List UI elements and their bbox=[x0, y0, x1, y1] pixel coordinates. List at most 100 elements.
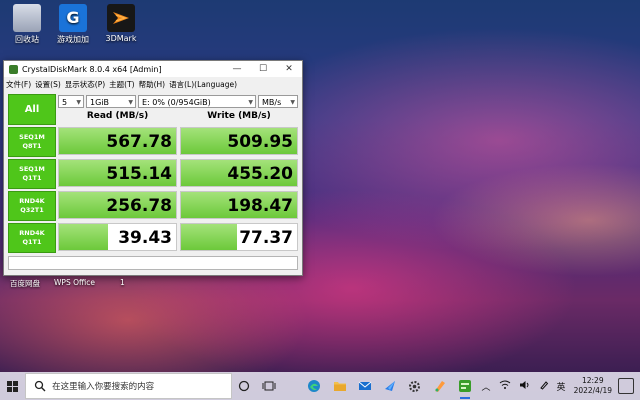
clock-time: 12:29 bbox=[581, 376, 604, 385]
desktop-icon-label-1[interactable]: 1 bbox=[120, 278, 125, 287]
taskbar-app-mail[interactable] bbox=[352, 372, 377, 400]
taskbar-app-feishu[interactable] bbox=[377, 372, 402, 400]
test-button-seq1m-q8t1[interactable]: SEQ1M Q8T1 bbox=[8, 127, 56, 157]
write-result-cell: 509.95 bbox=[180, 127, 298, 155]
write-result-bar bbox=[181, 224, 237, 250]
menu-display-status[interactable]: 显示状态(P) bbox=[65, 79, 105, 90]
chevron-down-icon: ▼ bbox=[128, 99, 133, 106]
close-button[interactable]: ✕ bbox=[276, 64, 302, 74]
clock-date: 2022/4/19 bbox=[573, 386, 613, 395]
crystaldiskmark-icon bbox=[458, 380, 471, 392]
start-button[interactable] bbox=[0, 372, 25, 400]
taskbar: 在这里输入你要搜索的内容 ︿ 英 12:29 2022/4/19 bbox=[0, 372, 640, 400]
cortana-button[interactable] bbox=[232, 372, 257, 400]
chevron-down-icon: ▼ bbox=[248, 99, 253, 106]
read-result-value: 256.78 bbox=[106, 196, 172, 216]
test-label-line2: Q1T1 bbox=[22, 238, 42, 246]
read-result-bar bbox=[59, 224, 109, 250]
menu-help[interactable]: 帮助(H) bbox=[139, 79, 166, 90]
notification-center-icon[interactable] bbox=[618, 378, 635, 394]
count-value: 5 bbox=[62, 98, 68, 107]
taskbar-app-crystaldiskmark[interactable] bbox=[452, 372, 477, 400]
taskbar-app-settings[interactable] bbox=[402, 372, 427, 400]
read-result-cell: 515.14 bbox=[58, 159, 177, 187]
window-title: CrystalDiskMark 8.0.4 x64 [Admin] bbox=[22, 64, 162, 74]
test-label-line2: Q32T1 bbox=[20, 206, 44, 214]
desktop-icon-label: 3DMark bbox=[105, 34, 137, 43]
task-view-icon bbox=[262, 381, 276, 391]
desktop-icon-3dmark[interactable]: 3DMark bbox=[94, 4, 148, 43]
write-result-value: 509.95 bbox=[227, 132, 293, 152]
test-button-rnd4k-q1t1[interactable]: RND4K Q1T1 bbox=[8, 223, 56, 253]
windows-logo-icon bbox=[7, 380, 19, 392]
search-icon bbox=[34, 380, 46, 392]
read-result-cell: 567.78 bbox=[58, 127, 177, 155]
system-tray: ︿ 英 12:29 2022/4/19 bbox=[478, 376, 640, 396]
write-result-value: 77.37 bbox=[239, 228, 293, 248]
title-bar[interactable]: CrystalDiskMark 8.0.4 x64 [Admin] — ☐ ✕ bbox=[4, 61, 302, 77]
comment-field[interactable] bbox=[8, 256, 298, 270]
benchmark-panel: All 5 ▼ 1GiB ▼ E: 0% (0/954GiB) ▼ MB/s ▼ Rea… bbox=[8, 94, 298, 253]
read-result-cell: 39.43 bbox=[58, 223, 177, 251]
search-placeholder: 在这里输入你要搜索的内容 bbox=[52, 382, 155, 392]
unit-select[interactable]: MB/s ▼ bbox=[258, 95, 298, 108]
test-label-line1: SEQ1M bbox=[19, 133, 45, 141]
test-label-line1: RND4K bbox=[19, 229, 45, 237]
edge-icon bbox=[308, 380, 321, 392]
pen-icon[interactable] bbox=[539, 380, 549, 393]
drive-value: E: 0% (0/954GiB) bbox=[142, 98, 211, 107]
volume-icon[interactable] bbox=[519, 380, 531, 393]
taskbar-app-edge[interactable] bbox=[302, 372, 327, 400]
desktop-icon-label-wps-office[interactable]: WPS Office bbox=[54, 278, 95, 287]
taskbar-app-paint[interactable] bbox=[427, 372, 452, 400]
test-button-rnd4k-q32t1[interactable]: RND4K Q32T1 bbox=[8, 191, 56, 221]
bird-icon bbox=[384, 381, 395, 391]
write-result-cell: 198.47 bbox=[180, 191, 298, 219]
cortana-circle-icon bbox=[239, 380, 250, 392]
test-label-line2: Q8T1 bbox=[22, 142, 42, 150]
youxijiajia-icon: G bbox=[59, 4, 87, 32]
read-result-value: 515.14 bbox=[106, 164, 172, 184]
menu-theme[interactable]: 主题(T) bbox=[109, 79, 134, 90]
minimize-button[interactable]: — bbox=[224, 64, 250, 74]
menu-settings[interactable]: 设置(S) bbox=[35, 79, 61, 90]
test-label-line2: Q1T1 bbox=[22, 174, 42, 182]
menu-file[interactable]: 文件(F) bbox=[6, 79, 31, 90]
search-box[interactable]: 在这里输入你要搜索的内容 bbox=[25, 373, 232, 399]
paint-icon bbox=[434, 381, 445, 392]
ime-indicator[interactable]: 英 bbox=[557, 380, 566, 393]
gear-icon bbox=[409, 380, 421, 392]
task-view-button[interactable] bbox=[257, 372, 282, 400]
maximize-button[interactable]: ☐ bbox=[250, 64, 276, 74]
app-icon bbox=[9, 64, 18, 74]
unit-value: MB/s bbox=[262, 98, 282, 107]
write-result-cell: 77.37 bbox=[180, 223, 298, 251]
taskbar-app-file-explorer[interactable] bbox=[327, 372, 352, 400]
desktop-icon-label-baidu-netdisk[interactable]: 百度网盘 bbox=[10, 278, 40, 289]
desktop-icon-label: 回收站 bbox=[15, 35, 39, 44]
chevron-down-icon: ▼ bbox=[76, 99, 81, 106]
read-result-value: 39.43 bbox=[118, 228, 172, 248]
drive-select[interactable]: E: 0% (0/954GiB) ▼ bbox=[138, 95, 256, 108]
folder-icon bbox=[333, 382, 346, 391]
test-label-line1: RND4K bbox=[19, 197, 45, 205]
crystaldiskmark-window: CrystalDiskMark 8.0.4 x64 [Admin] — ☐ ✕ … bbox=[3, 60, 303, 276]
test-button-seq1m-q1t1[interactable]: SEQ1M Q1T1 bbox=[8, 159, 56, 189]
chevron-up-icon[interactable]: ︿ bbox=[482, 380, 491, 393]
wifi-icon[interactable] bbox=[499, 380, 511, 393]
read-header: Read (MB/s) bbox=[86, 111, 149, 121]
size-select[interactable]: 1GiB ▼ bbox=[86, 95, 136, 108]
read-result-value: 567.78 bbox=[106, 132, 172, 152]
all-button[interactable]: All bbox=[8, 94, 56, 125]
size-value: 1GiB bbox=[90, 98, 109, 107]
clock[interactable]: 12:29 2022/4/19 bbox=[574, 376, 612, 396]
desktop-icon-youxijiajia[interactable]: G 游戏加加 bbox=[46, 4, 100, 45]
count-select[interactable]: 5 ▼ bbox=[58, 95, 84, 108]
write-result-cell: 455.20 bbox=[180, 159, 298, 187]
menu-bar: 文件(F) 设置(S) 显示状态(P) 主题(T) 帮助(H) 语言(L)(La… bbox=[4, 77, 302, 91]
write-header: Write (MB/s) bbox=[207, 111, 271, 121]
3dmark-icon bbox=[107, 4, 135, 32]
menu-language[interactable]: 语言(L)(Language) bbox=[169, 79, 237, 90]
chevron-down-icon: ▼ bbox=[290, 99, 295, 106]
recycle-bin-icon bbox=[13, 4, 41, 32]
